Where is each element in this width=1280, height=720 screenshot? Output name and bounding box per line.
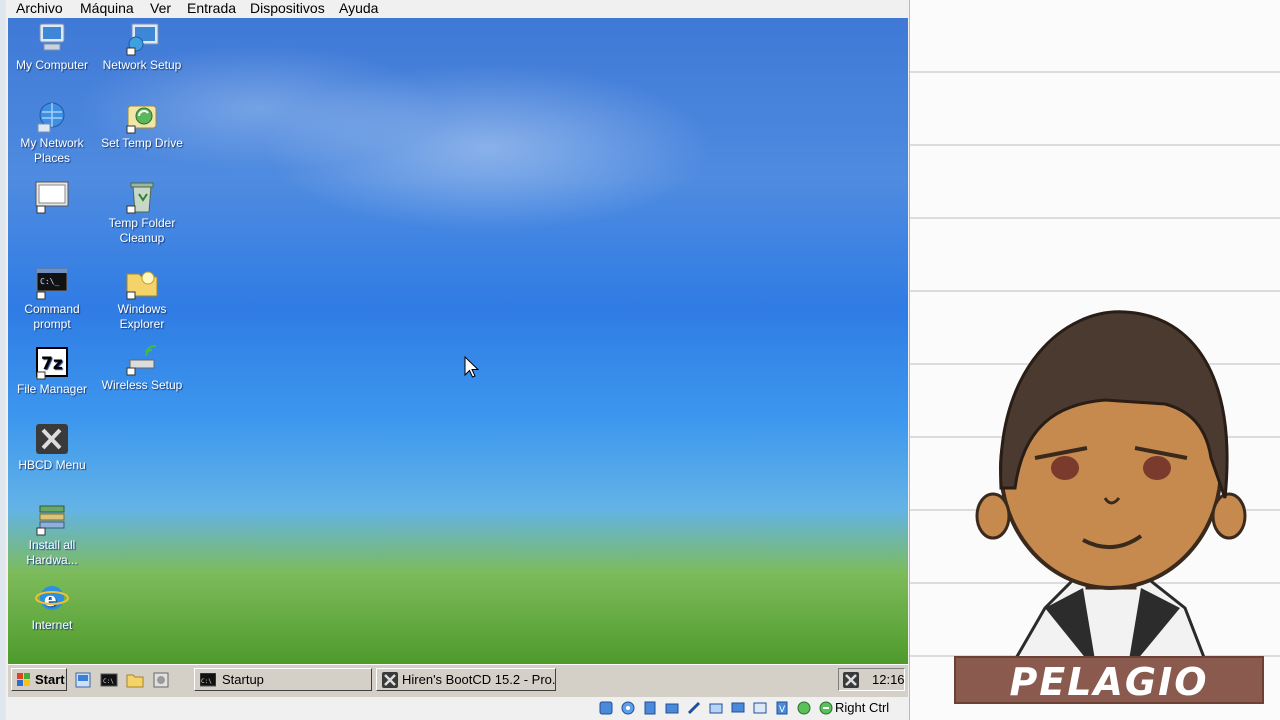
desktop-icon-my-computer[interactable]: My Computer bbox=[8, 22, 100, 73]
guest-desktop: My Computer My Network Places C:\_ Comma… bbox=[8, 18, 908, 664]
avatar-illustration bbox=[975, 310, 1247, 660]
command-prompt-icon: C:\_ bbox=[36, 268, 68, 300]
menu-maquina[interactable]: Máquina bbox=[80, 0, 134, 16]
mouse-integration-status-icon[interactable] bbox=[797, 701, 811, 715]
svg-text:C:\_: C:\_ bbox=[40, 277, 59, 286]
menu-bar: Archivo Máquina Ver Entrada Dispositivos… bbox=[6, 0, 909, 18]
pelagio-banner: PELAGIO bbox=[954, 656, 1264, 704]
shared-folders-status-icon[interactable] bbox=[709, 701, 723, 715]
taskbar: Start C:\ C:\ Startup Hiren's BootCD 15.… bbox=[8, 664, 908, 697]
host-key-label: Right Ctrl bbox=[835, 700, 890, 715]
desktop-icon-network-places[interactable]: My Network Places bbox=[8, 100, 100, 166]
desktop-icon-file-manager[interactable]: 7z File Manager bbox=[8, 346, 100, 397]
network-setup-icon bbox=[126, 23, 159, 56]
display-status-icon[interactable] bbox=[731, 701, 745, 715]
start-button[interactable]: Start bbox=[11, 668, 67, 691]
floppy-status-icon[interactable] bbox=[643, 701, 657, 715]
svg-text:7z: 7z bbox=[41, 354, 63, 374]
mouse-cursor-icon bbox=[464, 356, 480, 378]
folder-quicklaunch-icon[interactable] bbox=[126, 671, 144, 689]
monitor-icon bbox=[35, 181, 69, 214]
desktop-icon-set-temp-drive[interactable]: Set Temp Drive bbox=[94, 100, 190, 151]
video-capture-status-icon[interactable] bbox=[753, 701, 767, 715]
svg-text:C:\: C:\ bbox=[201, 678, 212, 685]
vm-status-bar: V Right Ctrl bbox=[6, 697, 909, 720]
desktop-icon-command-prompt[interactable]: C:\_ Command prompt bbox=[8, 266, 100, 332]
desktop-icon-blurred[interactable] bbox=[8, 180, 100, 231]
7zip-icon: 7z bbox=[36, 347, 68, 380]
console-icon: C:\ bbox=[200, 673, 216, 687]
recycle-bin-icon bbox=[126, 182, 154, 214]
console-quicklaunch-icon[interactable]: C:\ bbox=[100, 671, 118, 689]
hbcd-tray-icon[interactable] bbox=[843, 672, 859, 688]
svg-text:V: V bbox=[779, 705, 786, 715]
menu-entrada[interactable]: Entrada bbox=[187, 0, 236, 16]
desktop-icon-temp-folder-cleanup[interactable]: Temp Folder Cleanup bbox=[94, 180, 190, 246]
desktop-icon-wireless-setup[interactable]: Wireless Setup bbox=[94, 342, 190, 393]
wireless-icon bbox=[126, 344, 157, 376]
taskbar-window-startup[interactable]: C:\ Startup bbox=[194, 668, 372, 691]
folder-icon bbox=[126, 271, 158, 300]
temp-drive-icon bbox=[126, 105, 157, 134]
network-status-icon[interactable] bbox=[665, 701, 679, 715]
menu-archivo[interactable]: Archivo bbox=[16, 0, 63, 16]
hardware-icon bbox=[36, 505, 65, 536]
show-desktop-icon[interactable] bbox=[74, 671, 92, 689]
keyboard-capture-status-icon[interactable] bbox=[819, 701, 833, 715]
menu-dispositivos[interactable]: Dispositivos bbox=[250, 0, 325, 16]
taskbar-window-hirens[interactable]: Hiren's BootCD 15.2 - Pro... bbox=[376, 668, 556, 691]
desktop-icon-install-hardware[interactable]: Install all Hardwa... bbox=[8, 502, 100, 568]
drive-quicklaunch-icon[interactable] bbox=[152, 671, 170, 689]
network-places-icon bbox=[37, 102, 65, 133]
svg-text:C:\: C:\ bbox=[103, 678, 114, 685]
menu-ver[interactable]: Ver bbox=[150, 0, 171, 16]
desktop-icon-hbcd-menu[interactable]: HBCD Menu bbox=[8, 422, 100, 473]
tools-icon bbox=[36, 424, 68, 454]
svg-text:e: e bbox=[44, 587, 57, 611]
optical-drive-status-icon[interactable] bbox=[621, 701, 635, 715]
desktop-icon-windows-explorer[interactable]: Windows Explorer bbox=[94, 266, 190, 332]
hard-disk-status-icon[interactable] bbox=[599, 701, 613, 715]
clock[interactable]: 12:16 bbox=[872, 669, 905, 690]
computer-icon bbox=[39, 23, 65, 51]
desktop-icon-network-setup[interactable]: Network Setup bbox=[94, 22, 190, 73]
ie-icon: e bbox=[35, 586, 69, 611]
virtualbox-window: Archivo Máquina Ver Entrada Dispositivos… bbox=[6, 0, 910, 720]
desktop-icon-internet[interactable]: e Internet bbox=[8, 582, 100, 633]
tools-icon bbox=[382, 672, 398, 688]
virtualization-status-icon[interactable]: V bbox=[775, 701, 789, 715]
system-tray: 12:16 bbox=[838, 668, 905, 691]
usb-status-icon[interactable] bbox=[687, 701, 701, 715]
menu-ayuda[interactable]: Ayuda bbox=[339, 0, 378, 16]
windows-logo-icon bbox=[17, 673, 30, 686]
